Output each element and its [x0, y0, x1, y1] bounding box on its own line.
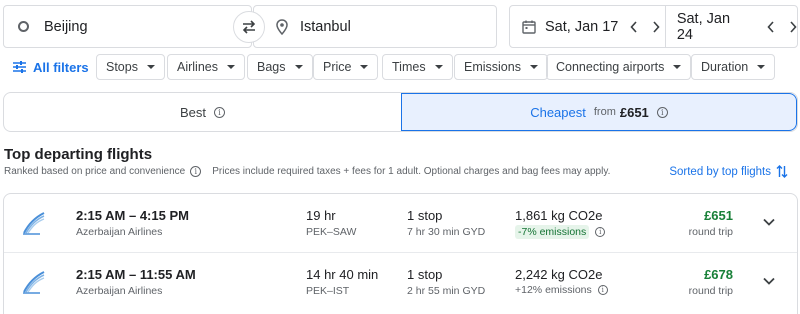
prices-note: Prices include required taxes + fees for… — [212, 166, 611, 177]
return-date[interactable]: Sat, Jan 24 — [666, 6, 797, 47]
emissions-info: +12% emissions i — [515, 284, 608, 296]
flight-co2: 1,861 kg CO2e — [515, 208, 603, 223]
chevron-down-icon[interactable] — [761, 214, 777, 230]
tab-cheapest-from: from — [593, 106, 616, 118]
flight-stops: 1 stop — [407, 267, 443, 282]
trip-type: round trip — [688, 285, 733, 297]
destination-text: Istanbul — [300, 18, 351, 35]
tab-best-label: Best — [179, 104, 206, 120]
caret-down-icon — [294, 65, 303, 69]
tab-cheapest-label: Cheapest — [530, 104, 586, 120]
depart-date[interactable]: Sat, Jan 17 — [510, 6, 666, 47]
flight-times: 2:15 AM – 11:55 AM — [76, 267, 196, 282]
connecting-airports-filter[interactable]: Connecting airports — [546, 54, 692, 80]
chip-label: Bags — [257, 60, 286, 74]
tab-cheapest[interactable]: Cheapest from £651 i — [401, 93, 797, 131]
flight-co2: 2,242 kg CO2e — [515, 267, 603, 282]
ranked-note: Ranked based on price and convenience — [4, 166, 186, 177]
chip-label: Connecting airports — [556, 60, 665, 74]
chip-label: Price — [323, 60, 352, 74]
flight-row[interactable]: 2:15 AM – 4:15 PM Azerbaijan Airlines 19… — [4, 194, 797, 252]
origin-field[interactable]: Beijing — [3, 5, 252, 48]
calendar-icon — [522, 20, 536, 34]
tab-best[interactable]: Best i — [4, 93, 401, 131]
flight-route: PEK–SAW — [306, 226, 357, 238]
sort-arrows-icon — [776, 165, 788, 178]
swap-arrows-icon — [242, 20, 256, 34]
info-icon[interactable]: i — [656, 106, 668, 118]
info-icon[interactable]: i — [595, 227, 606, 237]
sort-button[interactable]: Sorted by top flights — [669, 165, 788, 178]
caret-down-icon — [757, 65, 766, 69]
flight-duration: 19 hr — [306, 208, 336, 223]
results-subline: Ranked based on price and convenience i … — [4, 166, 610, 177]
all-filters-button[interactable]: All filters — [13, 54, 89, 80]
all-filters-label: All filters — [33, 59, 89, 75]
times-filter[interactable]: Times — [382, 54, 453, 80]
swap-button[interactable] — [233, 11, 265, 43]
chevron-left-icon[interactable] — [630, 20, 638, 33]
section-title: Top departing flights — [4, 146, 153, 163]
stops-filter[interactable]: Stops — [96, 54, 165, 80]
chevron-down-icon[interactable] — [761, 273, 777, 289]
flight-layover: 2 hr 55 min GYD — [407, 285, 486, 297]
caret-down-icon — [360, 65, 369, 69]
info-icon[interactable]: i — [597, 285, 608, 295]
depart-date-text: Sat, Jan 17 — [545, 18, 619, 35]
flight-route: PEK–IST — [306, 285, 350, 297]
sliders-icon — [13, 61, 26, 73]
flight-times: 2:15 AM – 4:15 PM — [76, 208, 189, 223]
price-filter[interactable]: Price — [313, 54, 379, 80]
caret-down-icon — [673, 65, 682, 69]
caret-down-icon — [529, 65, 538, 69]
tab-cheapest-price: £651 — [619, 104, 649, 120]
return-date-text: Sat, Jan 24 — [676, 10, 731, 43]
chip-label: Emissions — [464, 60, 521, 74]
airline-name: Azerbaijan Airlines — [76, 226, 163, 238]
sort-tabs: Best i Cheapest from £651 i — [3, 92, 798, 132]
azerbaijan-airlines-logo — [23, 271, 45, 294]
chip-label: Duration — [701, 60, 749, 74]
chevron-right-icon[interactable] — [652, 20, 660, 33]
dates-field: Sat, Jan 17 Sat, Jan 24 — [509, 5, 798, 48]
trip-type: round trip — [688, 226, 733, 238]
sort-label: Sorted by top flights — [669, 165, 771, 178]
info-icon[interactable]: i — [214, 106, 225, 118]
bags-filter[interactable]: Bags — [247, 54, 313, 80]
airlines-filter[interactable]: Airlines — [167, 54, 245, 80]
flight-stops: 1 stop — [407, 208, 443, 223]
flight-layover: 7 hr 30 min GYD — [407, 226, 486, 238]
flight-duration: 14 hr 40 min — [306, 267, 379, 282]
chip-label: Times — [392, 60, 426, 74]
circle-icon — [18, 21, 29, 32]
caret-down-icon — [146, 65, 155, 69]
emissions-badge: -7% emissions — [515, 225, 590, 239]
chip-label: Stops — [106, 60, 138, 74]
emissions-text: +12% emissions — [515, 284, 592, 296]
caret-down-icon — [434, 65, 443, 69]
info-icon[interactable]: i — [190, 166, 202, 177]
destination-field[interactable]: Istanbul — [253, 5, 497, 48]
location-pin-icon — [276, 18, 288, 35]
emissions-info: -7% emissions i — [515, 225, 606, 239]
chevron-right-icon[interactable] — [789, 20, 797, 33]
airline-name: Azerbaijan Airlines — [76, 285, 163, 297]
duration-filter[interactable]: Duration — [691, 54, 776, 80]
emissions-filter[interactable]: Emissions — [454, 54, 548, 80]
azerbaijan-airlines-logo — [23, 212, 45, 235]
caret-down-icon — [227, 65, 235, 69]
chip-label: Airlines — [177, 60, 218, 74]
origin-text: Beijing — [44, 18, 88, 35]
flight-price: £651 — [704, 208, 733, 223]
flight-results-list: 2:15 AM – 4:15 PM Azerbaijan Airlines 19… — [3, 193, 798, 314]
filter-bar: All filters Stops Airlines Bags Price Ti… — [0, 54, 800, 80]
flight-row[interactable]: 2:15 AM – 11:55 AM Azerbaijan Airlines 1… — [4, 252, 797, 310]
flight-price: £678 — [704, 267, 733, 282]
chevron-left-icon[interactable] — [767, 20, 775, 33]
